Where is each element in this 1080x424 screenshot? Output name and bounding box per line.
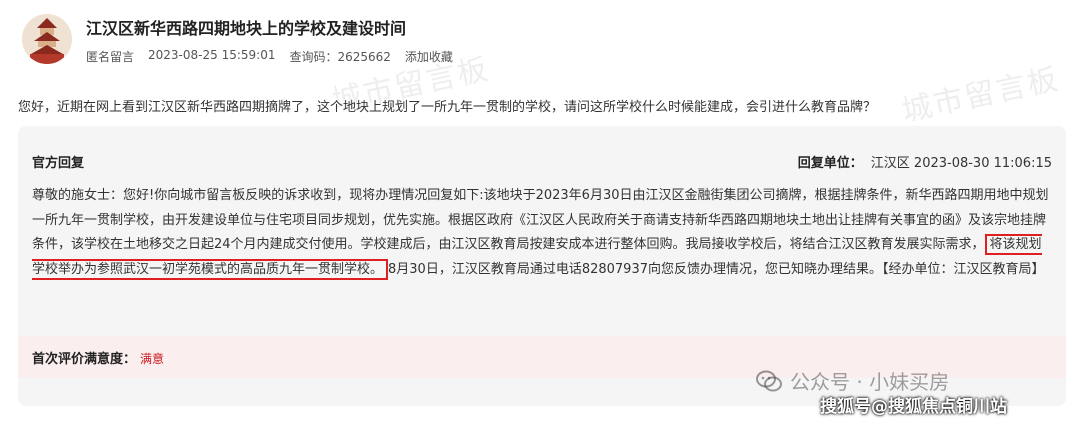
author-name: 匿名留言 <box>86 50 135 64</box>
post-meta: 匿名留言 2023-08-25 15:59:01 查询码：2625662 添加收… <box>86 48 453 65</box>
reply-info: 回复单位： 江汉区 2023-08-30 11:06:15 <box>798 152 1052 171</box>
reply-body: 尊敬的施女士：您好!你向城市留言板反映的诉求收到，现将办理情况回复如下:该地块于… <box>32 184 1052 282</box>
question-text: 您好，近期在网上看到江汉区新华西路四期摘牌了，这个地块上规划了一所九年一贯制的学… <box>18 100 877 115</box>
rating-label: 首次评价满意度： <box>32 352 137 367</box>
avatar <box>22 14 72 64</box>
reply-title: 官方回复 <box>32 156 85 171</box>
reply-body-text: 尊敬的施女士：您好!你向城市留言板反映的诉求收到，现将办理情况回复如下:该地块于… <box>32 188 1049 252</box>
bookmark-link[interactable]: 添加收藏 <box>405 48 453 65</box>
reply-unit-value: 江汉区 2023-08-30 11:06:15 <box>870 156 1052 171</box>
post-datetime: 2023-08-25 15:59:01 <box>148 48 276 62</box>
sohu-credit: 搜狐号@搜狐焦点铜川站 <box>820 397 1007 417</box>
page-title: 江汉区新华西路四期地块上的学校及建设时间 <box>86 19 407 38</box>
tower-icon <box>22 14 72 64</box>
reply-unit-label: 回复单位： <box>797 156 863 171</box>
wechat-icon <box>756 370 782 391</box>
reply-header: 官方回复 回复单位： 江汉区 2023-08-30 11:06:15 <box>32 152 1052 171</box>
reply-body-text: 8月30日，江汉区教育局通过电话82807937向您反馈办理情况，您已知晓办理结… <box>388 261 1045 277</box>
watermark: 城市留言板 <box>898 61 1063 130</box>
wechat-watermark: 公众号 · 小妹买房 <box>756 366 949 395</box>
wechat-account: 公众号 · 小妹买房 <box>790 370 950 394</box>
official-reply: 官方回复 回复单位： 江汉区 2023-08-30 11:06:15 尊敬的施女士… <box>18 126 1066 406</box>
rating-value: 满意 <box>140 352 165 366</box>
query-code: 查询码：2625662 <box>289 50 391 64</box>
